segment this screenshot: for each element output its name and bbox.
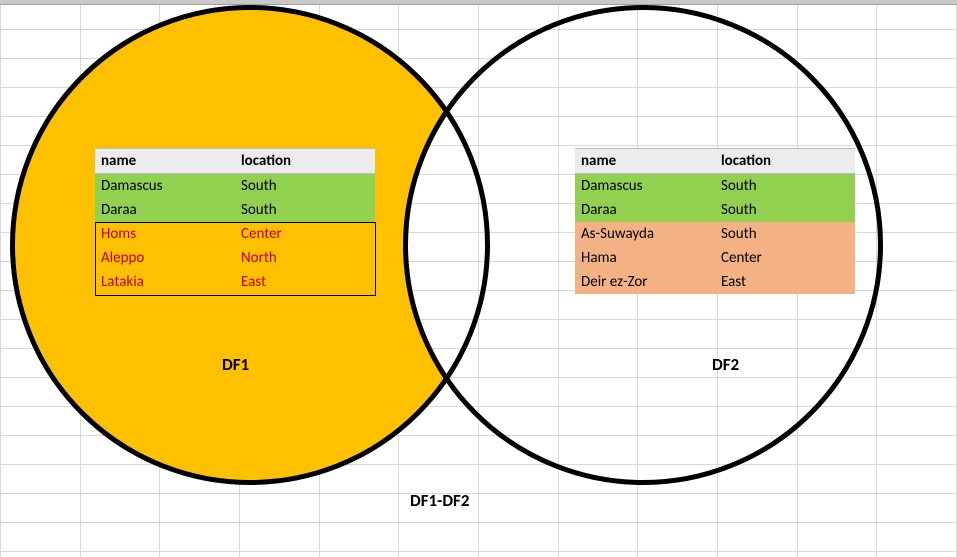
- df2-row: HamaCenter: [575, 246, 855, 270]
- df2-cell-location: Center: [715, 246, 855, 270]
- df1-header-location: location: [235, 149, 375, 174]
- df2-row: Deir ez-ZorEast: [575, 270, 855, 294]
- df1-row: DaraaSouth: [95, 198, 375, 222]
- df1-cell-location: South: [235, 198, 375, 222]
- df1-cell-location: Center: [235, 222, 375, 246]
- df1-cell-name: Aleppo: [95, 246, 235, 270]
- df2-cell-location: South: [715, 198, 855, 222]
- df1-cell-name: Homs: [95, 222, 235, 246]
- df1-row: DamascusSouth: [95, 174, 375, 199]
- df1-cell-name: Damascus: [95, 174, 235, 199]
- df1-cell-name: Daraa: [95, 198, 235, 222]
- df1-cell-name: Latakia: [95, 270, 235, 294]
- df2-cell-name: As-Suwayda: [575, 222, 715, 246]
- df2-cell-name: Hama: [575, 246, 715, 270]
- df1-label: DF1: [222, 354, 249, 375]
- df1-row: LatakiaEast: [95, 270, 375, 294]
- df2-cell-location: East: [715, 270, 855, 294]
- df1-table: name location DamascusSouthDaraaSouthHom…: [95, 148, 375, 294]
- df2-row: DamascusSouth: [575, 174, 855, 199]
- diff-label: DF1-DF2: [410, 490, 469, 511]
- df2-cell-name: Deir ez-Zor: [575, 270, 715, 294]
- df2-row: DaraaSouth: [575, 198, 855, 222]
- df2-header-name: name: [575, 149, 715, 174]
- df1-header-name: name: [95, 149, 235, 174]
- df2-cell-name: Damascus: [575, 174, 715, 199]
- df2-header-row: name location: [575, 149, 855, 174]
- df2-cell-name: Daraa: [575, 198, 715, 222]
- df1-cell-location: South: [235, 174, 375, 199]
- df2-row: As-SuwaydaSouth: [575, 222, 855, 246]
- df2-table: name location DamascusSouthDaraaSouthAs-…: [575, 148, 855, 294]
- df2-cell-location: South: [715, 222, 855, 246]
- df2-label: DF2: [712, 354, 739, 375]
- df1-row: AleppoNorth: [95, 246, 375, 270]
- sheet-top-border: [0, 0, 957, 5]
- df1-row: HomsCenter: [95, 222, 375, 246]
- df2-header-location: location: [715, 149, 855, 174]
- df1-cell-location: East: [235, 270, 375, 294]
- df2-cell-location: South: [715, 174, 855, 199]
- df1-header-row: name location: [95, 149, 375, 174]
- df1-cell-location: North: [235, 246, 375, 270]
